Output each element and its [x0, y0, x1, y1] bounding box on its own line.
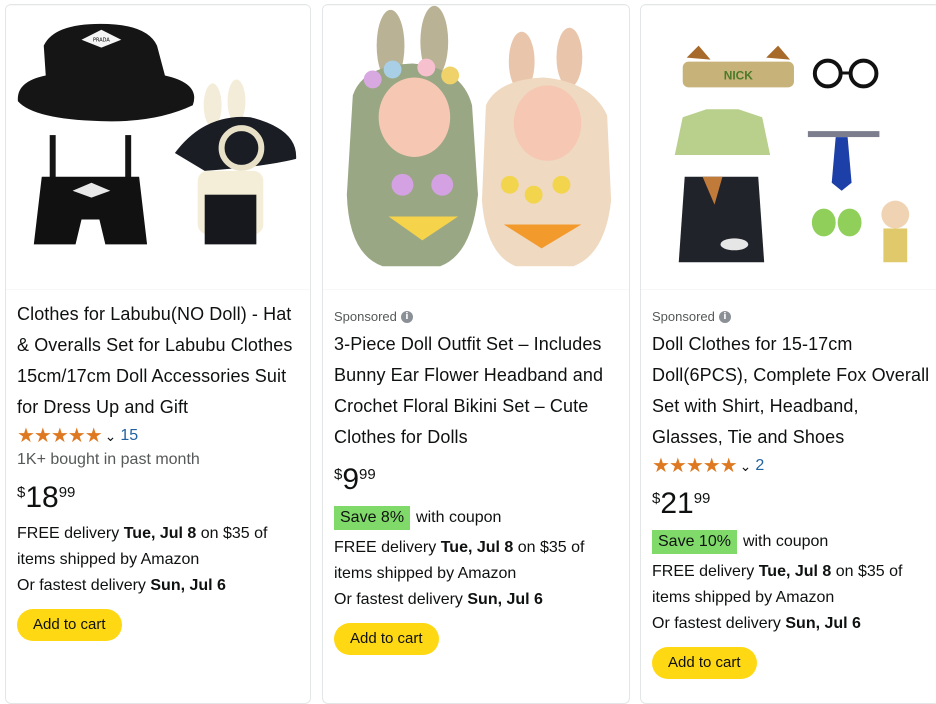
product-image[interactable]	[323, 5, 629, 290]
price-symbol: $	[17, 484, 26, 501]
price-whole: 21	[660, 487, 694, 520]
delivery-info: FREE delivery Tue, Jul 8 on $35 of items…	[652, 559, 931, 637]
product-title[interactable]: Clothes for Labubu(NO Doll) - Hat & Over…	[17, 299, 302, 423]
bought-text: 1K+ bought in past month	[17, 451, 200, 468]
headband-text: NICK	[724, 68, 754, 82]
delivery-free-date: Tue, Jul 8	[758, 563, 832, 580]
delivery-fast-date: Sun, Jul 6	[785, 615, 861, 632]
product-card[interactable]: NICK Sponsored i Doll Clothes for 15-17c…	[640, 4, 936, 704]
review-count-link[interactable]: 15	[120, 425, 138, 447]
hat-logo-text: PRADA	[93, 38, 110, 44]
add-to-cart-button[interactable]: Add to cart	[334, 623, 439, 655]
delivery-fast-date: Sun, Jul 6	[467, 591, 543, 608]
star-rating-icon[interactable]: ★★★★★	[17, 425, 103, 447]
sponsored-text: Sponsored	[652, 309, 715, 324]
add-to-cart-button[interactable]: Add to cart	[17, 609, 122, 641]
delivery-info: FREE delivery Tue, Jul 8 on $35 of items…	[17, 521, 302, 599]
price[interactable]: $ 21 99	[652, 487, 931, 523]
coupon[interactable]: Save 8% with coupon	[334, 505, 621, 531]
product-image[interactable]: PRADA	[6, 5, 310, 290]
delivery-free-date: Tue, Jul 8	[123, 525, 197, 542]
price-symbol: $	[652, 490, 661, 507]
review-count-link[interactable]: 2	[755, 455, 764, 477]
price-whole: 9	[342, 463, 360, 496]
price-whole: 18	[25, 481, 59, 514]
coupon-badge[interactable]: Save 10%	[652, 530, 737, 554]
price-fraction: 99	[359, 466, 376, 483]
price-symbol: $	[334, 466, 343, 483]
chevron-down-icon[interactable]: ⌄	[105, 425, 117, 447]
info-icon[interactable]: i	[400, 311, 413, 323]
delivery-fast-date: Sun, Jul 6	[150, 577, 226, 594]
sponsored-label[interactable]: Sponsored i	[334, 307, 621, 327]
product-card[interactable]: Sponsored i 3-Piece Doll Outfit Set – In…	[322, 4, 630, 704]
price-fraction: 99	[693, 490, 711, 507]
price-fraction: 99	[58, 484, 76, 501]
delivery-fast-prefix: Or fastest delivery	[652, 615, 786, 632]
delivery-fast-prefix: Or fastest delivery	[334, 591, 468, 608]
product-image[interactable]: NICK	[641, 5, 936, 290]
price[interactable]: $ 9 99	[334, 463, 621, 499]
chevron-down-icon[interactable]: ⌄	[740, 455, 752, 477]
price[interactable]: $ 18 99	[17, 481, 302, 517]
coupon[interactable]: Save 10% with coupon	[652, 529, 931, 555]
delivery-fast-prefix: Or fastest delivery	[17, 577, 151, 594]
delivery-free-prefix: FREE delivery	[334, 539, 441, 556]
delivery-free-prefix: FREE delivery	[17, 525, 124, 542]
add-to-cart-button[interactable]: Add to cart	[652, 647, 757, 679]
product-title[interactable]: Doll Clothes for 15-17cm Doll(6PCS), Com…	[652, 329, 931, 453]
rating-row[interactable]: ★★★★★ ⌄ 2	[652, 455, 931, 477]
coupon-text: with coupon	[416, 509, 502, 526]
product-title[interactable]: 3-Piece Doll Outfit Set – Includes Bunny…	[334, 329, 621, 453]
star-rating-icon[interactable]: ★★★★★	[652, 455, 738, 477]
delivery-free-date: Tue, Jul 8	[440, 539, 514, 556]
coupon-text: with coupon	[742, 533, 829, 550]
delivery-info: FREE delivery Tue, Jul 8 on $35 of items…	[334, 535, 621, 613]
sponsored-text: Sponsored	[334, 309, 397, 324]
product-card[interactable]: PRADA Clothes for Labubu(NO Doll) - Hat …	[5, 4, 311, 704]
sponsored-label[interactable]: Sponsored i	[652, 307, 931, 327]
rating-row[interactable]: ★★★★★ ⌄ 15	[17, 425, 302, 447]
delivery-free-prefix: FREE delivery	[652, 563, 759, 580]
coupon-badge[interactable]: Save 8%	[334, 506, 411, 530]
info-icon[interactable]: i	[718, 311, 731, 323]
